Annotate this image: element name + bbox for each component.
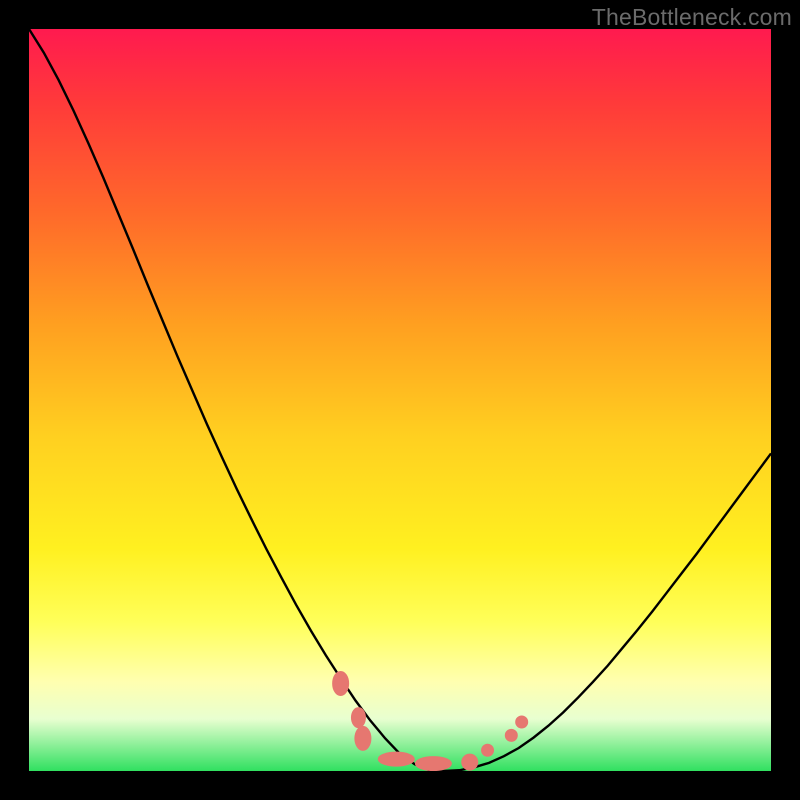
curve-marker (351, 708, 365, 728)
curve-marker (516, 716, 528, 728)
curve-marker (355, 726, 371, 750)
curve-marker (482, 744, 494, 756)
curve-markers (333, 671, 528, 770)
curve-marker (378, 752, 414, 766)
curve-marker (505, 729, 517, 741)
watermark-text: TheBottleneck.com (592, 4, 792, 31)
curve-marker (415, 757, 451, 771)
chart-svg (29, 29, 771, 771)
plot-area (29, 29, 771, 771)
chart-stage: TheBottleneck.com (0, 0, 800, 800)
bottleneck-curve (29, 29, 771, 771)
curve-marker (333, 671, 349, 695)
curve-marker (462, 754, 478, 770)
